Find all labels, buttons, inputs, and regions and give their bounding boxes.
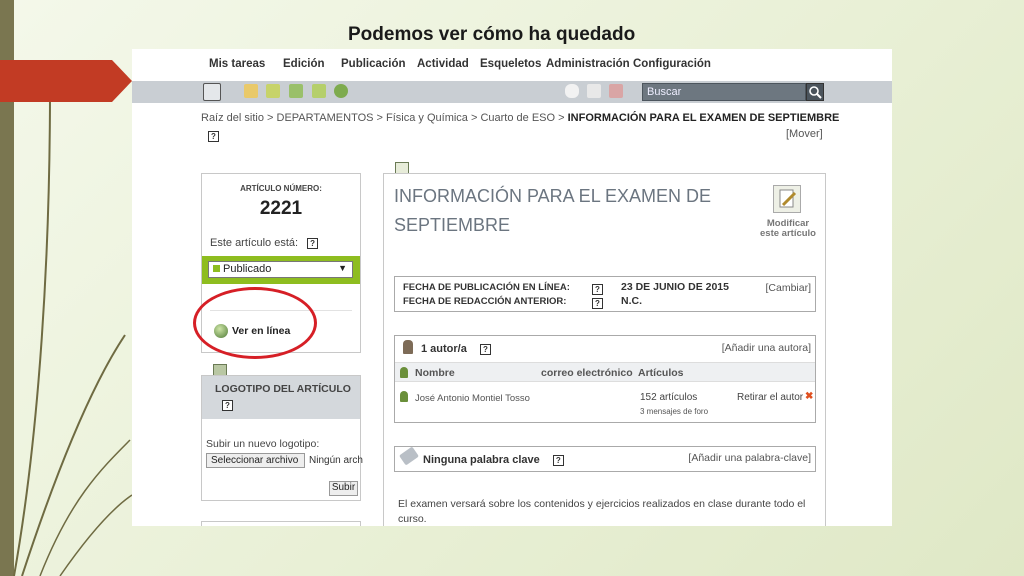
logo-header: LOGOTIPO DEL ARTÍCULO ? [202, 376, 360, 419]
person-icon [400, 367, 408, 378]
keywords-heading: Ninguna palabra clave ? [423, 454, 564, 466]
menu-edicion[interactable]: Edición [283, 58, 325, 70]
upload-label: Subir un nuevo logotipo: [206, 438, 320, 450]
site-map-icon[interactable] [203, 83, 221, 101]
pub-date-label: FECHA DE PUBLICACIÓN EN LÍNEA: [403, 282, 570, 293]
status-color-square [213, 265, 220, 272]
tag-icon [399, 446, 419, 466]
help-icon[interactable]: ? [208, 131, 219, 143]
menu-administracion[interactable]: Administración [546, 58, 630, 70]
article-number-label: ARTÍCULO NÚMERO: [240, 184, 322, 193]
next-box-edge [201, 521, 361, 526]
status-bar: Publicado ▼ [202, 256, 360, 284]
authors-table-header: Nombre correo electrónico Artículos [395, 362, 815, 382]
author-articles: 152 artículos [640, 392, 698, 403]
status-select-value: Publicado [223, 263, 272, 275]
search-button[interactable] [806, 83, 824, 101]
chevron-down-icon: ▼ [338, 263, 347, 273]
search-input[interactable]: Buscar [642, 83, 806, 101]
slide-title: Podemos ver cómo ha quedado [348, 24, 636, 45]
status-label: Este artículo está: ? [210, 237, 319, 249]
toolbar: Buscar [132, 81, 892, 103]
col-email: correo electrónico [541, 367, 633, 379]
menu-publicacion[interactable]: Publicación [341, 58, 406, 70]
choose-file-button[interactable]: Seleccionar archivo [206, 453, 305, 468]
help-icon[interactable]: ? [479, 343, 491, 355]
menu-configuracion[interactable]: Configuración [633, 58, 711, 70]
status-select[interactable]: Publicado ▼ [208, 261, 353, 278]
menu-esqueletos[interactable]: Esqueletos [480, 58, 541, 70]
article-number: 2221 [259, 198, 303, 219]
col-name: Nombre [415, 367, 455, 379]
red-arrow-marker [0, 60, 132, 102]
help-icon[interactable]: ? [592, 284, 603, 296]
help-icon[interactable]: ? [592, 298, 603, 310]
change-date-link[interactable]: [Cambiar] [765, 282, 811, 294]
prev-date-label: FECHA DE REDACCIÓN ANTERIOR: [403, 296, 567, 307]
author-name[interactable]: José Antonio Montiel Tosso [415, 393, 530, 404]
add-keyword-link[interactable]: [Añadir una palabra-clave] [688, 452, 811, 464]
users-icon[interactable] [609, 84, 623, 98]
prev-date-value: N.C. [621, 295, 642, 307]
menu-mis-tareas[interactable]: Mis tareas [209, 58, 265, 70]
breadcrumb-path[interactable]: Raíz del sitio > DEPARTAMENTOS > Física … [201, 112, 568, 124]
article-title: INFORMACIÓN PARA EL EXAMEN DE SEPTIEMBRE [394, 182, 734, 240]
person-icon [400, 391, 408, 402]
article-description: El examen versará sobre los contenidos y… [398, 498, 806, 525]
pub-date-value: 23 DE JUNIO DE 2015 [621, 281, 729, 293]
col-articles: Artículos [638, 367, 684, 379]
file-status: Ningún arch [309, 455, 363, 466]
breadcrumb: Raíz del sitio > DEPARTAMENTOS > Física … [201, 112, 839, 124]
new-article-icon[interactable] [266, 84, 280, 98]
edit-article-icon[interactable] [773, 185, 801, 213]
search-icon [809, 86, 822, 99]
remove-icon[interactable]: ✖ [805, 391, 813, 402]
author-icon [403, 340, 413, 354]
help-icon[interactable]: ? [307, 237, 319, 249]
authors-heading-text: 1 autor/a [421, 343, 467, 355]
messages-icon[interactable] [565, 84, 579, 98]
article-title-line1: INFORMACIÓN PARA EL EXAMEN DE [394, 186, 712, 206]
menu-bar: Mis tareas Edición Publicación Actividad… [132, 49, 892, 81]
article-main-panel: INFORMACIÓN PARA EL EXAMEN DE SEPTIEMBRE… [383, 173, 826, 526]
new-site-icon[interactable] [312, 84, 326, 98]
keywords-heading-text: Ninguna palabra clave [423, 454, 540, 466]
article-title-line2: SEPTIEMBRE [394, 215, 511, 235]
cms-screenshot: Mis tareas Edición Publicación Actividad… [132, 49, 892, 526]
pencil-icon [779, 189, 797, 208]
author-messages: 3 mensajes de foro [640, 407, 709, 416]
move-link[interactable]: [Mover] [786, 128, 823, 140]
modify-article-link[interactable]: Modificar este artículo [752, 219, 824, 239]
remove-author-link[interactable]: Retirar el autor [737, 392, 803, 403]
stats-icon[interactable] [334, 84, 348, 98]
logo-title: LOGOTIPO DEL ARTÍCULO [215, 383, 351, 395]
new-breve-icon[interactable] [289, 84, 303, 98]
keywords-box: Ninguna palabra clave ? [Añadir una pala… [394, 446, 816, 472]
help-icon[interactable]: ? [222, 400, 233, 412]
new-section-icon[interactable] [244, 84, 258, 98]
preferences-icon[interactable] [587, 84, 601, 98]
upload-submit-button[interactable]: Subir [329, 481, 358, 496]
authors-heading: 1 autor/a ? [421, 343, 491, 355]
status-label-text: Este artículo está: [210, 237, 299, 249]
modify-line2: este artículo [760, 228, 816, 239]
breadcrumb-current: INFORMACIÓN PARA EL EXAMEN DE SEPTIEMBRE [567, 112, 840, 124]
dates-box: FECHA DE PUBLICACIÓN EN LÍNEA: ? 23 DE J… [394, 276, 816, 312]
help-icon[interactable]: ? [552, 454, 564, 466]
article-logo-box: LOGOTIPO DEL ARTÍCULO ? Subir un nuevo l… [201, 375, 363, 501]
authors-box: 1 autor/a ? [Añadir una autora] Nombre c… [394, 335, 816, 423]
highlight-circle [193, 287, 317, 359]
menu-actividad[interactable]: Actividad [417, 58, 469, 70]
add-author-link[interactable]: [Añadir una autora] [722, 342, 811, 354]
